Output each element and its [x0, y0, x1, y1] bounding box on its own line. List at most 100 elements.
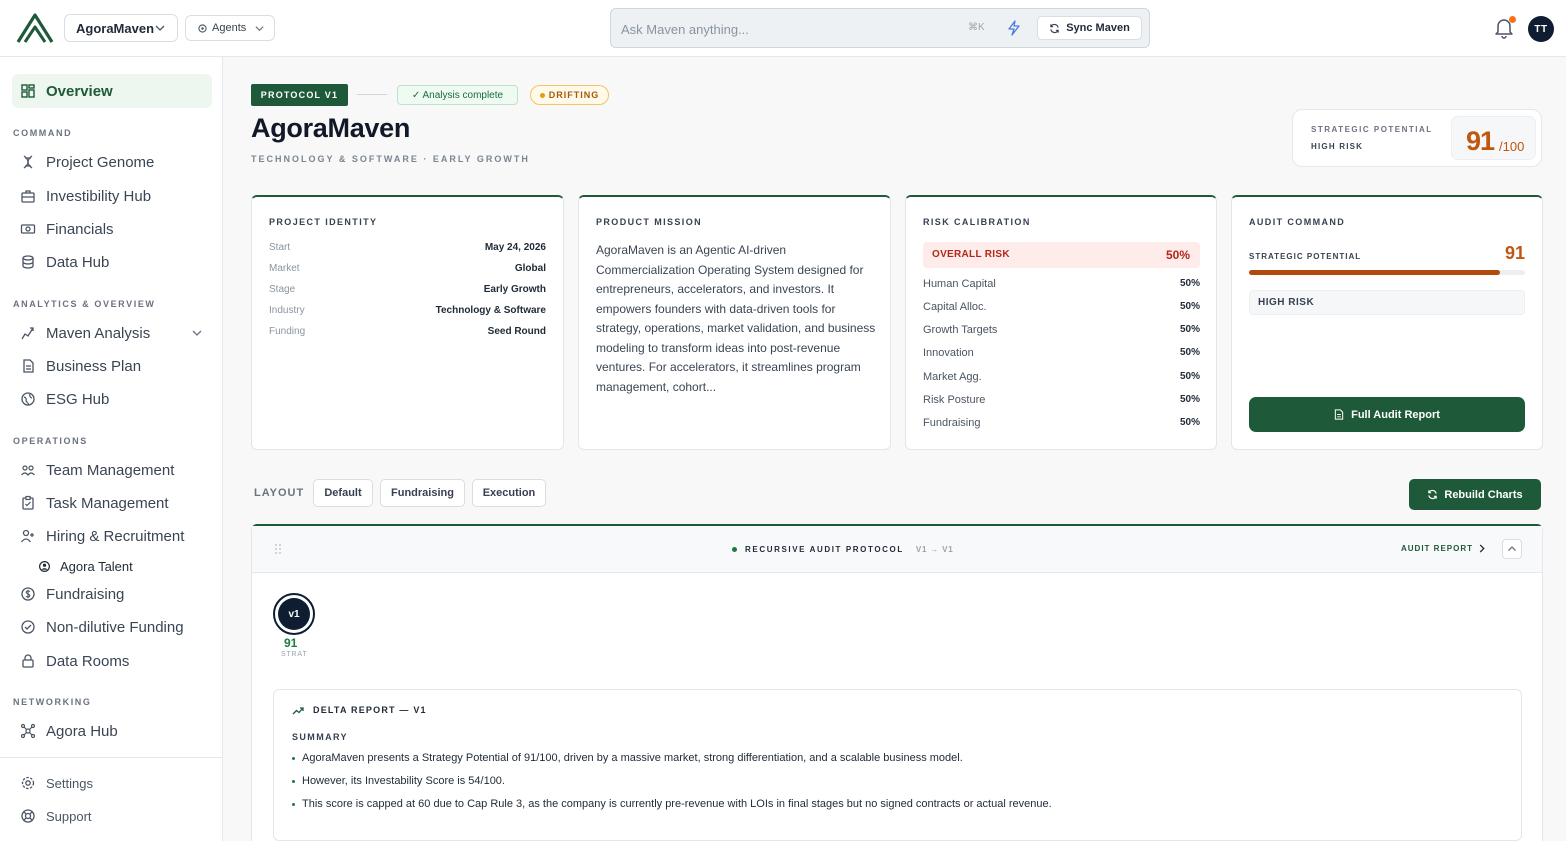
panel-title-text: RECURSIVE AUDIT PROTOCOL — [745, 545, 904, 554]
sidebar-item-label: Data Hub — [46, 253, 110, 271]
talent-icon — [39, 560, 50, 572]
strategic-potential-bar-fill — [1249, 270, 1501, 275]
bullet-text: However, its Investability Score is 54/1… — [302, 775, 505, 787]
sidebar-item-team-management[interactable]: Team Management — [12, 455, 212, 485]
analysis-complete-badge: ✓ Analysis complete — [397, 85, 518, 105]
sidebar-item-hiring[interactable]: Hiring & Recruitment — [12, 521, 212, 551]
layout-label: LAYOUT — [254, 487, 305, 499]
risk-row: Growth Targets 50% — [923, 324, 1200, 338]
sidebar-item-label: Hiring & Recruitment — [46, 527, 185, 545]
check-circle-icon — [21, 620, 35, 634]
document-icon — [1334, 409, 1344, 420]
full-audit-report-button[interactable]: Full Audit Report — [1249, 397, 1525, 432]
collapse-button[interactable] — [1502, 539, 1522, 559]
audit-report-link[interactable]: AUDIT REPORT — [1401, 544, 1485, 553]
sidebar-item-support[interactable]: Support — [12, 801, 212, 831]
row-key: Capital Alloc. — [923, 301, 987, 313]
avatar[interactable]: TT — [1528, 16, 1554, 42]
row-value: Early Growth — [483, 284, 546, 295]
row-value: 50% — [1179, 347, 1200, 358]
sidebar-item-settings[interactable]: Settings — [12, 768, 212, 798]
version-node-score: 91 — [284, 636, 298, 650]
strategic-potential-value: 91 — [1504, 243, 1525, 263]
sidebar-item-agora-talent[interactable]: Agora Talent — [12, 551, 212, 581]
section-label-command: COMMAND — [13, 128, 73, 138]
sidebar-item-agora-hub[interactable]: Agora Hub — [12, 716, 212, 746]
drifting-badge: DRIFTING — [530, 85, 609, 105]
layout-fundraising-button[interactable]: Fundraising — [380, 479, 465, 507]
summary-bullet: However, its Investability Score is 54/1… — [292, 775, 505, 787]
full-audit-report-label: Full Audit Report — [1351, 408, 1440, 421]
row-key: Innovation — [923, 347, 974, 359]
row-key: Start — [269, 242, 291, 253]
sidebar-item-label: Business Plan — [46, 357, 142, 375]
sidebar-item-maven-analysis[interactable]: Maven Analysis — [12, 318, 212, 348]
agoramaven-logo[interactable] — [16, 12, 54, 44]
sidebar-item-business-plan[interactable]: Business Plan — [12, 351, 212, 381]
top-bar: AgoraMaven Agents ⌘K Sync Maven TT — [0, 0, 1566, 57]
sidebar-item-label: ESG Hub — [46, 390, 110, 408]
sidebar-item-data-rooms[interactable]: Data Rooms — [12, 646, 212, 676]
dashboard-icon — [21, 84, 35, 98]
sidebar-item-non-dilutive-funding[interactable]: Non-dilutive Funding — [12, 612, 212, 642]
overall-risk-label: OVERALL RISK — [932, 249, 1010, 260]
summary-bullet: This score is capped at 60 due to Cap Ru… — [292, 798, 1052, 810]
sidebar-item-label: Support — [46, 808, 92, 824]
delta-report-title: DELTA REPORT — V1 — [292, 705, 427, 715]
drift-label: DRIFTING — [548, 90, 600, 100]
score-risk: HIGH RISK — [1311, 142, 1364, 151]
analysis-icon — [21, 327, 34, 340]
audit-command-card: AUDIT COMMAND STRATEGIC POTENTIAL 91 HIG… — [1231, 195, 1543, 450]
version-node-caption: STRAT — [281, 651, 308, 658]
row-key: Industry — [269, 305, 305, 316]
network-icon — [20, 723, 36, 739]
sidebar-item-label: Agora Talent — [60, 558, 133, 574]
rebuild-charts-button[interactable]: Rebuild Charts — [1409, 479, 1541, 510]
layout-execution-button[interactable]: Execution — [472, 479, 546, 507]
bullet-dot-icon — [292, 779, 295, 783]
card-title: AUDIT COMMAND — [1249, 217, 1346, 227]
org-selector[interactable]: AgoraMaven — [64, 14, 178, 42]
sidebar-item-overview[interactable]: Overview — [12, 74, 212, 108]
row-value: Global — [514, 263, 546, 274]
sidebar-item-esg-hub[interactable]: ESG Hub — [12, 384, 212, 414]
row-value: 50% — [1179, 417, 1200, 428]
chevron-down-icon[interactable] — [192, 328, 202, 338]
risk-calibration-card: RISK CALIBRATION OVERALL RISK 50% Human … — [905, 195, 1217, 450]
risk-row: Human Capital 50% — [923, 278, 1200, 292]
lifebuoy-icon — [21, 809, 35, 823]
dollar-circle-icon — [21, 587, 35, 601]
sidebar-item-investibility-hub[interactable]: Investibility Hub — [12, 181, 212, 211]
sidebar-item-financials[interactable]: Financials — [12, 214, 212, 244]
overall-risk-row: OVERALL RISK 50% — [923, 242, 1200, 268]
team-icon — [21, 465, 35, 476]
risk-row: Risk Posture 50% — [923, 394, 1200, 408]
row-key: Funding — [269, 326, 306, 337]
chevron-down-icon — [155, 25, 165, 31]
card-title: RISK CALIBRATION — [923, 217, 1031, 227]
lightning-icon[interactable] — [1007, 20, 1021, 36]
sidebar-item-project-genome[interactable]: Project Genome — [12, 147, 212, 177]
row-value: 50% — [1179, 301, 1200, 312]
sidebar-item-fundraising[interactable]: Fundraising — [12, 579, 212, 609]
layout-default-button[interactable]: Default — [313, 479, 373, 507]
user-plus-icon — [20, 529, 34, 543]
score-denominator: /100 — [1499, 139, 1525, 154]
sidebar-item-data-hub[interactable]: Data Hub — [12, 247, 212, 277]
sidebar-item-task-management[interactable]: Task Management — [12, 488, 212, 518]
risk-row: Fundraising 50% — [923, 417, 1200, 431]
drag-handle-icon[interactable] — [274, 543, 282, 555]
page-subtitle: TECHNOLOGY & SOFTWARE · EARLY GROWTH — [251, 154, 530, 164]
version-node-v1[interactable]: v1 — [273, 593, 315, 635]
sidebar-item-label: Agora Hub — [46, 722, 118, 740]
risk-row: Market Agg. 50% — [923, 371, 1200, 385]
refresh-icon — [1050, 23, 1059, 33]
lock-icon — [22, 654, 34, 668]
section-label-networking: NETWORKING — [13, 697, 92, 707]
search-input[interactable] — [621, 18, 951, 40]
gear-icon — [21, 776, 35, 790]
sidebar-divider — [0, 757, 222, 758]
agents-selector[interactable]: Agents — [185, 15, 275, 41]
sync-maven-button[interactable]: Sync Maven — [1037, 16, 1142, 40]
banknote-icon — [20, 224, 36, 234]
